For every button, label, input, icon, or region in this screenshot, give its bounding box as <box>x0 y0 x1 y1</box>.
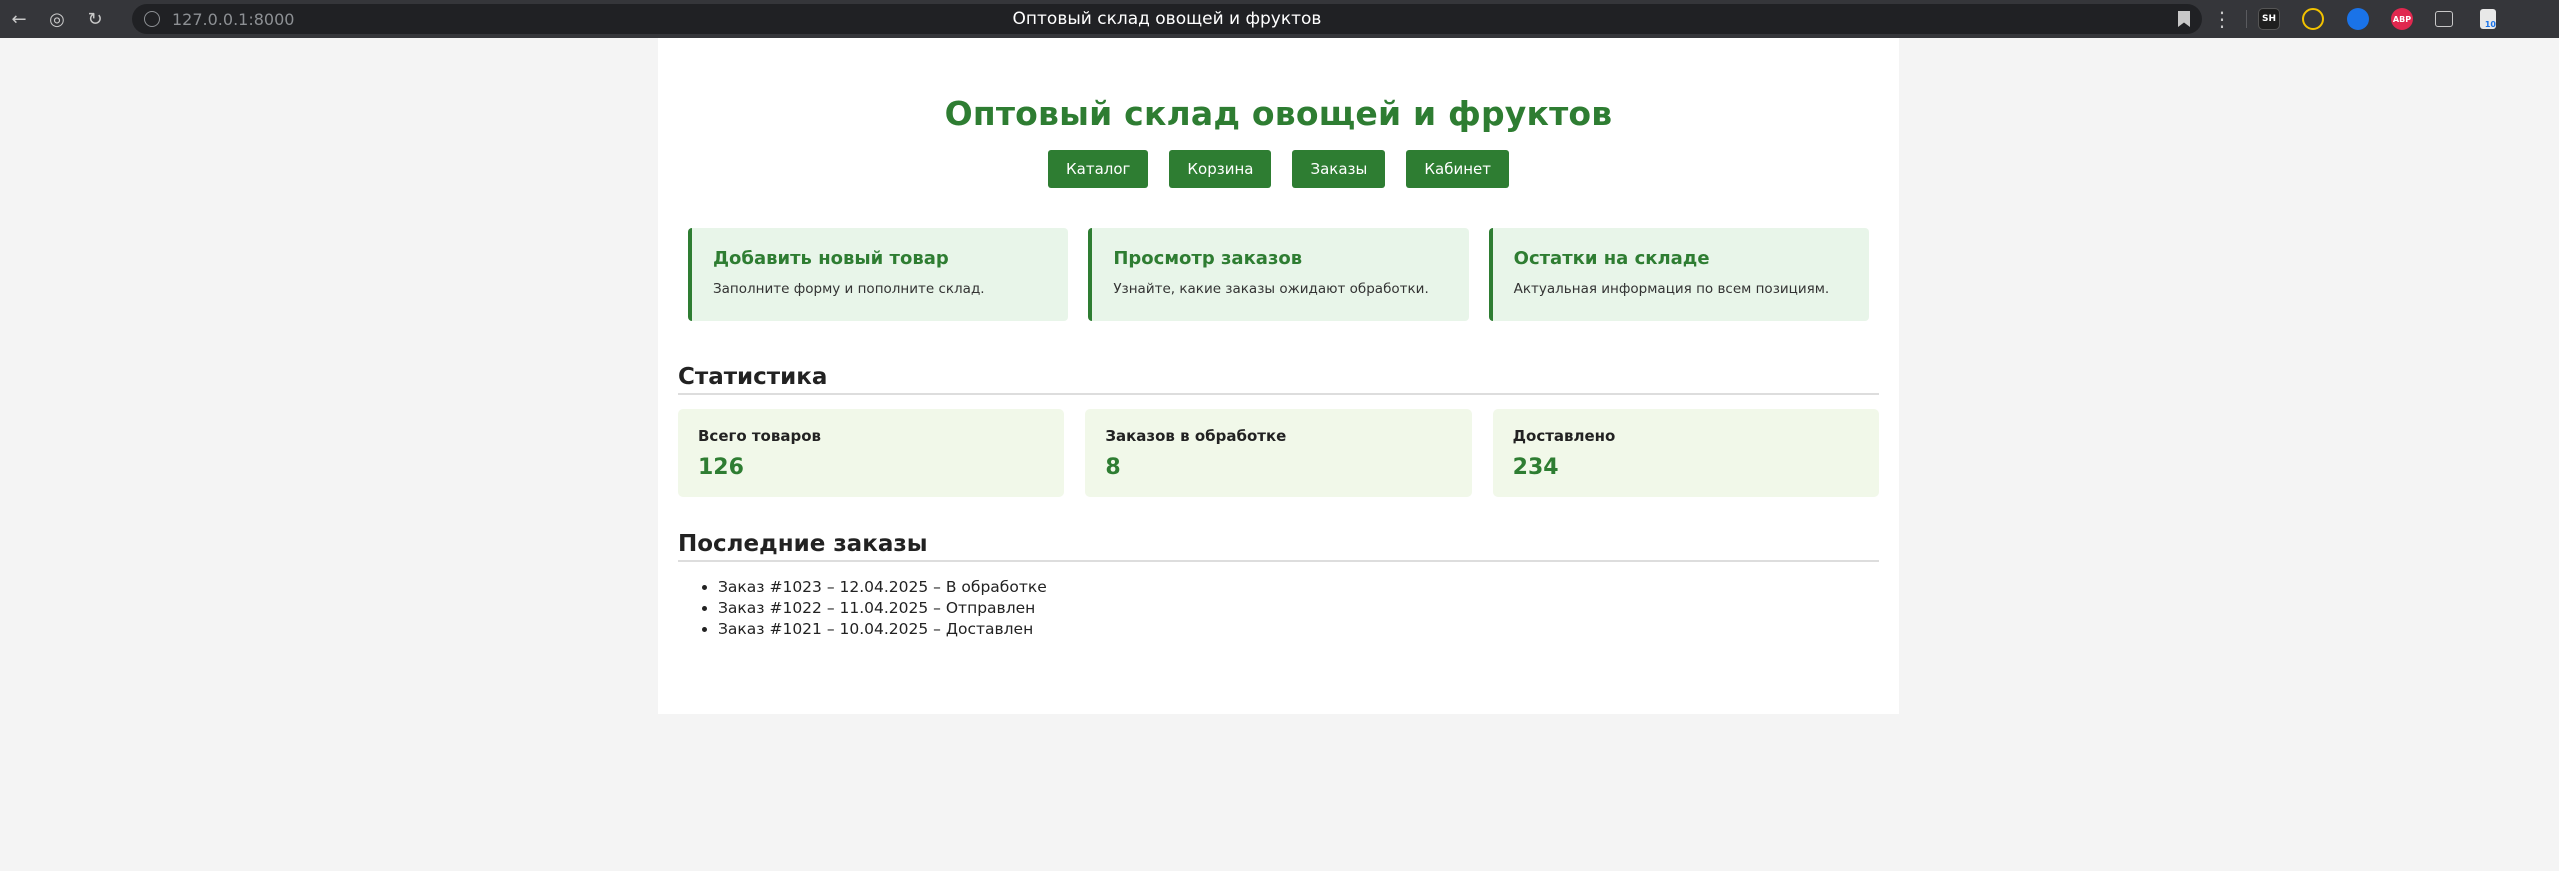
card-title: Остатки на складе <box>1513 248 1710 269</box>
shazam-extension-icon[interactable] <box>2347 8 2369 30</box>
stat-value: 126 <box>698 455 744 480</box>
list-item: Заказ #1022 – 11.04.2025 – Отправлен <box>718 598 1879 619</box>
stat-value: 234 <box>1512 455 1559 480</box>
stat-value: 8 <box>1105 455 1121 480</box>
back-icon[interactable]: ← <box>0 0 38 38</box>
url-text[interactable]: 127.0.0.1:8000 <box>172 10 294 29</box>
address-bar[interactable]: 127.0.0.1:8000 Оптовый склад овощей и фр… <box>132 4 2202 34</box>
nav-cart-button[interactable]: Корзина <box>1169 150 1272 188</box>
nav-account-button[interactable]: Кабинет <box>1406 150 1509 188</box>
stats-heading: Статистика <box>678 364 1879 395</box>
main-nav: Каталог Корзина Заказы Кабинет <box>678 150 1879 188</box>
card-text: Актуальная информация по всем позициям. <box>1513 281 1830 297</box>
browser-toolbar: ← ◎ ↻ 127.0.0.1:8000 Оптовый склад овоще… <box>0 0 2559 38</box>
card-text: Узнайте, какие заказы ожидают обработки. <box>1113 281 1429 297</box>
recent-orders-heading: Последние заказы <box>678 531 1879 562</box>
nav-catalog-button[interactable]: Каталог <box>1047 150 1149 188</box>
card-stock[interactable]: Остатки на складе Актуальная информация … <box>1488 228 1869 321</box>
list-item: Заказ #1023 – 12.04.2025 – В обработке <box>718 577 1879 598</box>
stat-total-products: Всего товаров 126 <box>678 409 1065 497</box>
page-title: Оптовый склад овощей и фруктов <box>944 94 1613 133</box>
action-cards: Добавить новый товар Заполните форму и п… <box>678 228 1879 321</box>
profile-extension-icon[interactable]: 10 <box>2480 9 2496 29</box>
stat-label: Всего товаров <box>698 427 822 445</box>
stat-orders-processing: Заказов в обработке 8 <box>1085 409 1472 497</box>
card-title: Добавить новый товар <box>713 248 949 269</box>
card-add-product[interactable]: Добавить новый товар Заполните форму и п… <box>688 228 1069 321</box>
nav-orders-button[interactable]: Заказы <box>1292 150 1386 188</box>
more-menu-icon[interactable]: ⋮ <box>2212 0 2232 38</box>
stats-panel: Всего товаров 126 Заказов в обработке 8 … <box>678 409 1879 497</box>
toolbar-divider <box>2246 10 2247 28</box>
yellow-extension-icon[interactable] <box>2302 8 2324 30</box>
recent-orders-list: Заказ #1023 – 12.04.2025 – В обработке З… <box>678 577 1879 640</box>
card-text: Заполните форму и пополните склад. <box>713 281 985 297</box>
bookmark-icon[interactable] <box>2178 11 2190 27</box>
site-info-icon[interactable] <box>144 11 160 27</box>
card-title: Просмотр заказов <box>1113 248 1303 269</box>
reload-icon[interactable]: ↻ <box>76 0 114 38</box>
page-container: Оптовый склад овощей и фруктов Каталог К… <box>658 38 1899 714</box>
extensions-shield-icon[interactable]: ◎ <box>38 0 76 38</box>
tab-title: Оптовый склад овощей и фруктов <box>1012 9 1322 29</box>
stat-delivered: Доставлено 234 <box>1492 409 1879 497</box>
stat-label: Доставлено <box>1512 427 1616 445</box>
card-view-orders[interactable]: Просмотр заказов Узнайте, какие заказы о… <box>1088 228 1469 321</box>
sh-extension-icon[interactable]: SH <box>2258 8 2280 30</box>
list-item: Заказ #1021 – 10.04.2025 – Доставлен <box>718 619 1879 640</box>
stat-label: Заказов в обработке <box>1105 427 1287 445</box>
puzzle-extension-icon[interactable] <box>2435 11 2453 27</box>
adblock-extension-icon[interactable]: ABP <box>2391 8 2413 30</box>
